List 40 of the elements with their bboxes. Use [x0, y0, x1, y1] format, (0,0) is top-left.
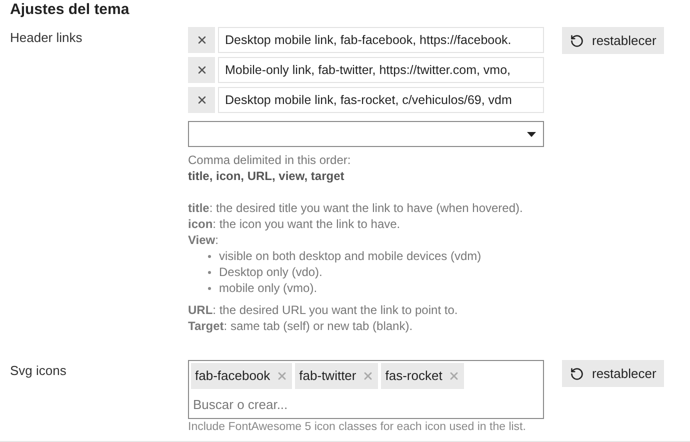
help-text: title, icon, URL, view, target [188, 168, 346, 184]
undo-icon [570, 34, 584, 48]
remove-button[interactable] [188, 87, 215, 113]
remove-button[interactable] [188, 57, 215, 83]
tag-chip[interactable]: fab-facebook [191, 363, 292, 389]
link-input[interactable]: Mobile-only link, fab-twitter, https://twitter.com, vmo, [218, 57, 544, 83]
help-text: icon: the icon you want the link to have. [188, 216, 402, 232]
reset-button[interactable]: restablecer [562, 360, 664, 387]
help-list-item: Desktop only (vdo). [208, 264, 562, 280]
section-title: Ajustes del tema [10, 1, 130, 19]
search-input[interactable]: Buscar o crear... [191, 393, 541, 415]
bullet-icon [208, 254, 211, 258]
help-text: Target: same tab (self) or new tab (blank). [188, 318, 414, 334]
remove-button[interactable] [188, 27, 215, 53]
tag-chip[interactable]: fab-twitter [295, 363, 378, 389]
remove-icon [276, 370, 288, 382]
undo-icon [570, 366, 584, 380]
help-list-item: mobile only (vmo). [208, 280, 562, 296]
caret-icon [527, 132, 536, 136]
remove-icon [362, 370, 374, 382]
help-text: title: the desired title you want the link to have (when hovered). [188, 200, 524, 216]
tag-chip[interactable]: fas-rocket [381, 363, 464, 389]
tag-field[interactable]: fab-facebook fab-twitter fas-rocket Buscar o crear... [188, 360, 544, 419]
remove-icon [448, 370, 460, 382]
close-icon [196, 64, 208, 76]
bullet-icon [208, 270, 211, 274]
setting-label: Header links [10, 29, 84, 47]
bullet-icon [208, 286, 211, 290]
close-icon [196, 94, 208, 106]
help-text: Include FontAwesome 5 icon classes for each icon used in the list. [188, 421, 527, 434]
help-text: URL: the desired URL you want the link to point to. [188, 302, 459, 318]
dropdown-field[interactable] [188, 121, 544, 147]
help-text: Comma delimited in this order: [188, 152, 352, 168]
close-icon [196, 34, 208, 46]
link-input[interactable]: Desktop mobile link, fas-rocket, c/vehiculos/69, vdm [218, 87, 544, 113]
help-list-item: visible on both desktop and mobile devices (vdm) [208, 248, 562, 264]
link-input[interactable]: Desktop mobile link, fab-facebook, https://facebook. [218, 27, 544, 53]
setting-label: Svg icons [10, 362, 68, 380]
help-text: View: [188, 232, 220, 248]
reset-button[interactable]: restablecer [562, 27, 664, 54]
